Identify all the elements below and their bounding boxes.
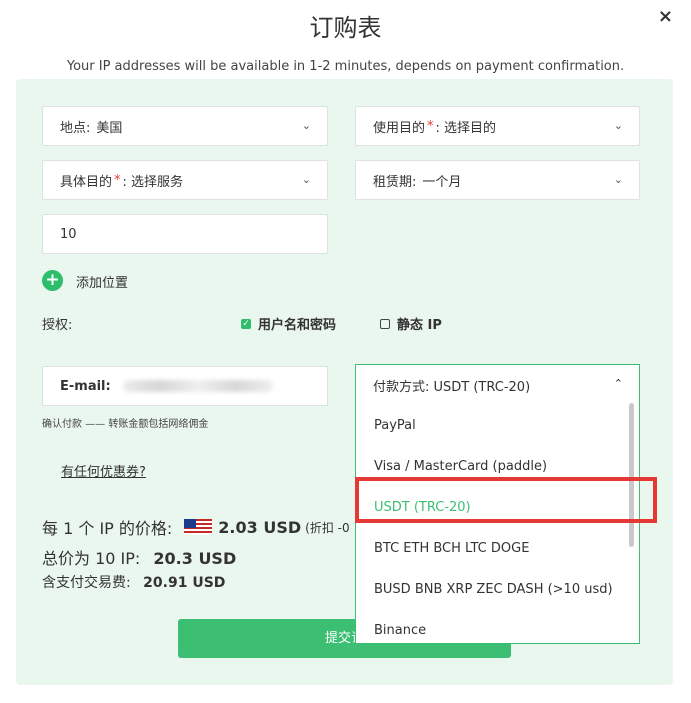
payment-method-label: 付款方式: USDT (TRC-20) (373, 379, 531, 395)
availability-note: Your IP addresses will be available in 1… (66, 59, 625, 74)
coupon-link[interactable]: 有任何优惠券? (61, 461, 146, 480)
location-label: 地点: (60, 120, 91, 136)
selection-highlight-box (355, 477, 657, 523)
add-location-link[interactable]: 添加位置 (76, 272, 128, 291)
rental-label: 租赁期: (373, 174, 417, 190)
us-flag-icon (184, 519, 213, 535)
quantity-input[interactable]: 10 (42, 214, 328, 254)
dropdown-scrollbar[interactable] (629, 403, 634, 547)
payment-note: 确认付款 —— 转账金额包括网络佣金 (42, 419, 209, 430)
payment-option[interactable]: PayPal (356, 405, 639, 446)
payment-method-select[interactable]: 付款方式: USDT (TRC-20) ⌃ (356, 365, 639, 405)
purpose-select[interactable]: 使用目的 * : 选择目的 ⌄ (355, 106, 640, 146)
location-select[interactable]: 地点: 美国 ⌄ (42, 106, 328, 146)
per-ip-value: 2.03 USD (218, 517, 302, 537)
required-marker: * (427, 118, 434, 134)
required-marker: * (114, 172, 121, 188)
redacted-email (122, 380, 273, 392)
checkbox-checked-icon[interactable]: ✓ (241, 318, 251, 329)
purpose-value: : 选择目的 (435, 120, 497, 136)
total-price: 总价为 10 IP: 20.3 USD (42, 545, 236, 569)
service-select[interactable]: 具体目的 * : 选择服务 ⌄ (42, 160, 328, 200)
fee-label: 含支付交易费: (42, 575, 131, 591)
payment-option[interactable]: BUSD BNB XRP ZEC DASH (>10 usd) (356, 569, 639, 610)
email-label: E-mail: (60, 378, 111, 394)
auth-option-static-ip[interactable]: 静态 IP (380, 314, 442, 333)
service-label: 具体目的 (60, 174, 113, 190)
payment-option[interactable]: Binance (356, 610, 639, 651)
chevron-down-icon: ⌄ (613, 173, 623, 186)
rental-period-select[interactable]: 租赁期: 一个月 ⌄ (355, 160, 640, 200)
fee-price: 含支付交易费: 20.91 USD (42, 572, 225, 592)
checkbox-icon[interactable] (380, 318, 390, 329)
purpose-label: 使用目的 (373, 120, 426, 136)
add-icon[interactable]: + (42, 270, 63, 291)
page-title: 订购表 (309, 14, 382, 42)
chevron-down-icon: ⌄ (613, 119, 623, 132)
rental-value: 一个月 (422, 174, 462, 190)
auth-option-userpass[interactable]: ✓ 用户名和密码 (241, 314, 336, 333)
auth-option-label: 用户名和密码 (258, 318, 337, 333)
service-value: : 选择服务 (122, 174, 184, 190)
payment-option[interactable]: BTC ETH BCH LTC DOGE (356, 528, 639, 569)
chevron-down-icon: ⌄ (301, 173, 311, 186)
auth-label: 授权: (42, 318, 73, 333)
total-label: 总价为 10 IP: (42, 549, 141, 568)
email-field[interactable]: E-mail: (42, 366, 328, 406)
fee-value: 20.91 USD (143, 575, 226, 591)
per-ip-label: 每 1 个 IP 的价格: (42, 519, 173, 538)
total-value: 20.3 USD (153, 549, 237, 568)
discount-text: (折扣 -0 (305, 520, 350, 535)
auth-option-label: 静态 IP (397, 318, 442, 333)
chevron-down-icon: ⌄ (301, 119, 311, 132)
location-value: 美国 (96, 120, 123, 136)
per-ip-price: 每 1 个 IP 的价格: 2.03 USD (折扣 -0 (42, 515, 350, 539)
close-icon[interactable]: × (658, 6, 673, 27)
chevron-up-icon: ⌃ (613, 377, 623, 390)
